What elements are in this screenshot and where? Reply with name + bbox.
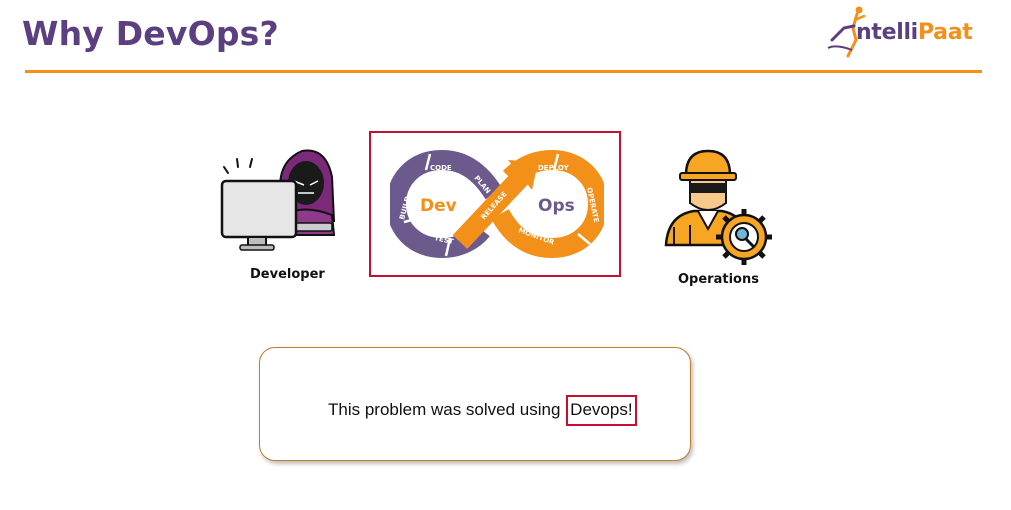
- message-card: This problem was solved using Devops!: [259, 347, 691, 461]
- message-text: This problem was solved using Devops!: [328, 395, 637, 426]
- developer-label: Developer: [250, 267, 325, 282]
- slide-title: Why DevOps?: [22, 14, 279, 53]
- logo-text: ntelliPaat: [856, 20, 973, 45]
- stage-code: CODE: [430, 164, 452, 172]
- intellipaat-logo: ntelliPaat: [826, 4, 986, 60]
- logo-text-suffix: Paat: [917, 20, 973, 45]
- message-body: This problem was solved using: [328, 400, 566, 419]
- operations-icon: [664, 149, 772, 265]
- developer-icon: [220, 149, 336, 251]
- operations-label: Operations: [678, 272, 759, 287]
- stage-deploy: DEPLOY: [538, 164, 570, 172]
- message-highlight: Devops!: [566, 395, 637, 426]
- title-divider: [25, 70, 982, 73]
- gear-icon: [716, 209, 772, 265]
- devops-dev-word: Dev: [420, 196, 457, 216]
- devops-infinity-icon: Dev Ops CODE PLAN BUILD TEST RELEASE DEP…: [390, 149, 604, 259]
- devops-ops-word: Ops: [538, 196, 575, 216]
- logo-text-prefix: ntelli: [856, 20, 918, 45]
